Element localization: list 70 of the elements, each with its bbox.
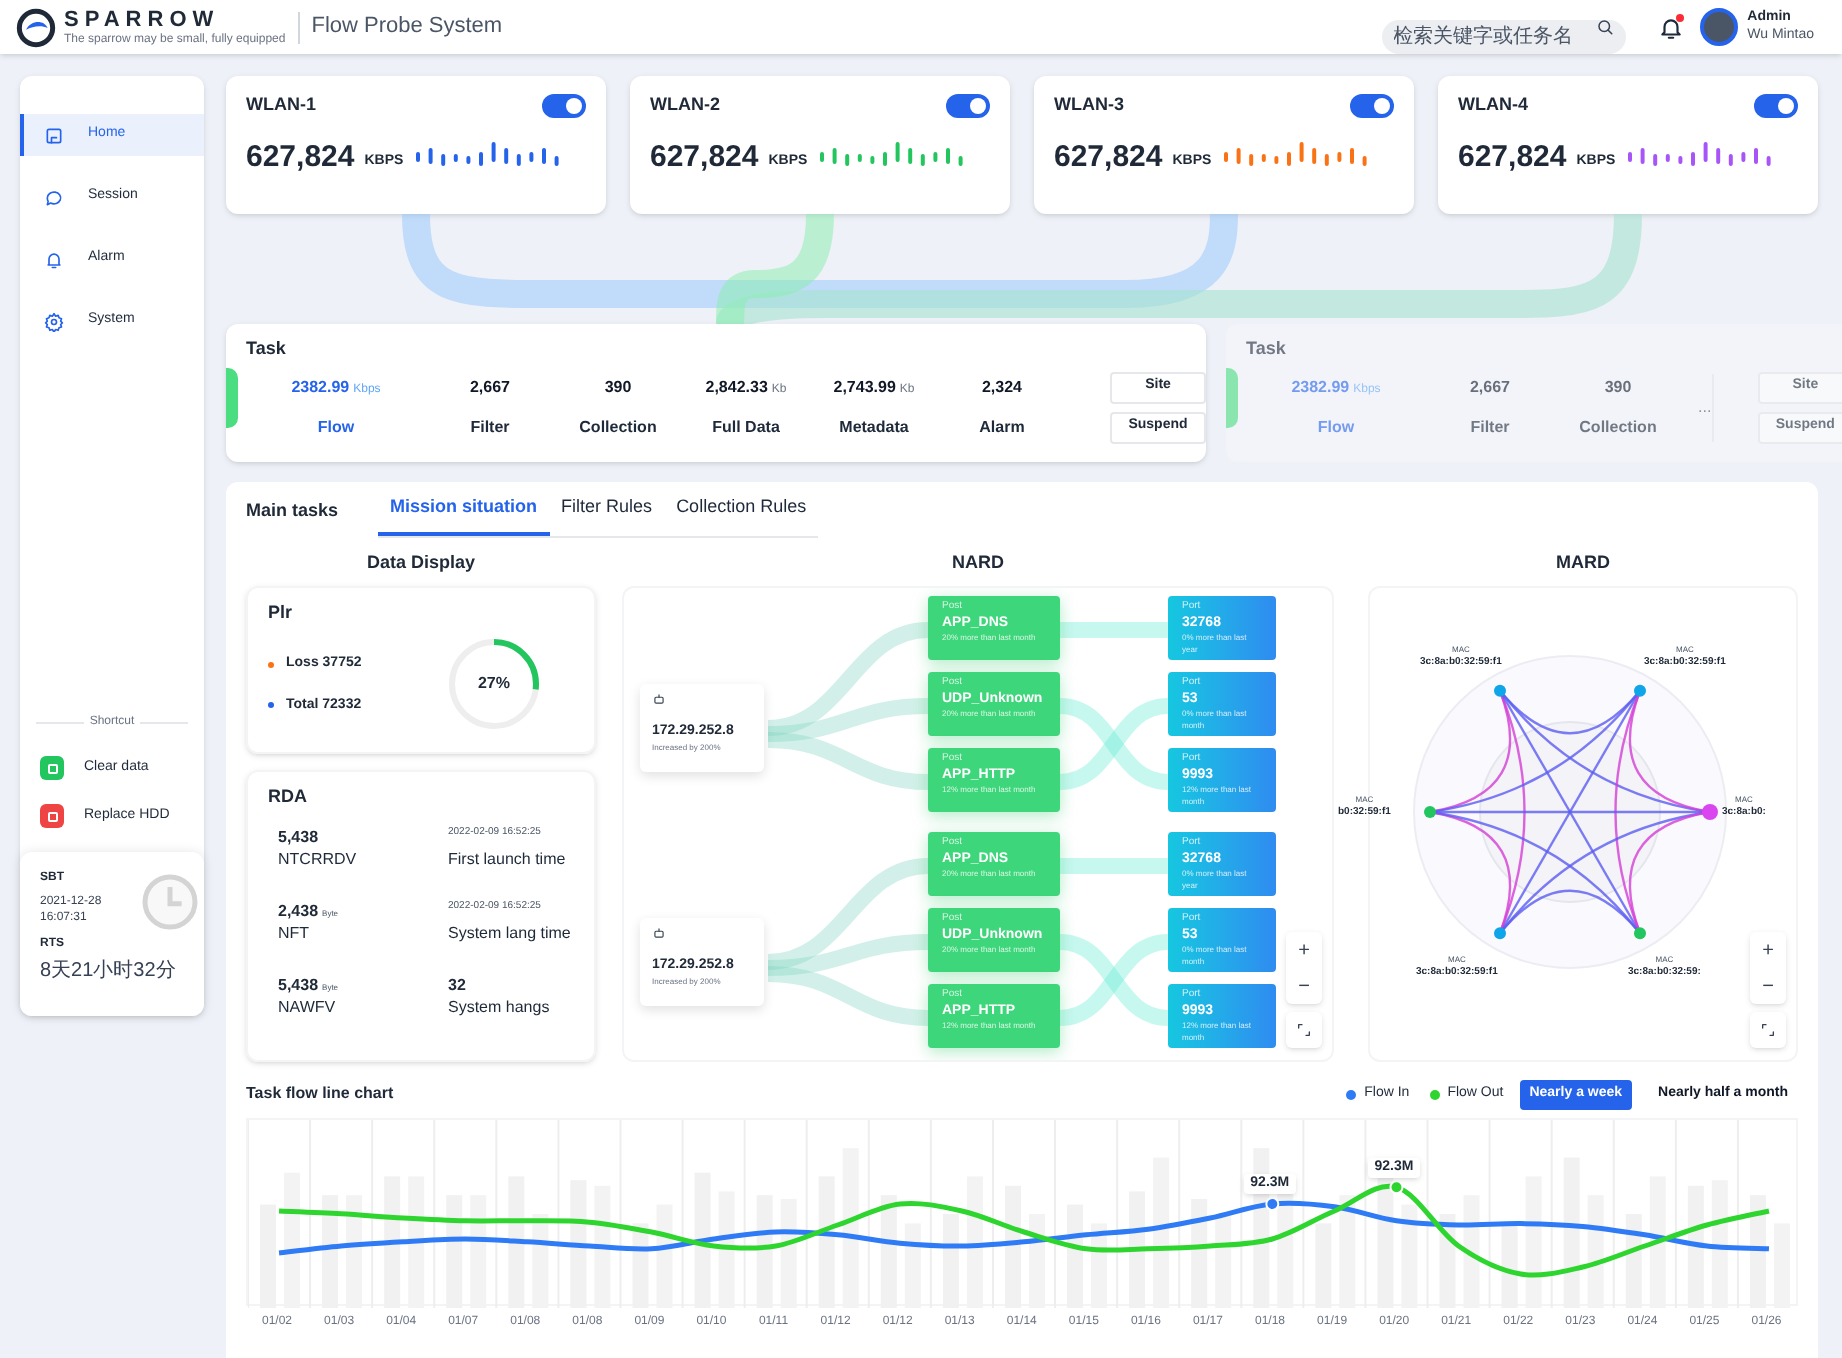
stat-label: Flow [317, 415, 355, 439]
stat-label: Metadata [839, 415, 909, 439]
toggle-switch[interactable] [946, 93, 990, 118]
card-title: RDA [268, 783, 309, 809]
home-icon [44, 125, 64, 145]
stat-label: Filter [1470, 415, 1510, 439]
stat-value: 2,324 [981, 375, 1023, 399]
wlan-value: 627,824 [650, 137, 759, 177]
logo-name: SPARROW [64, 9, 222, 31]
rda-label: NFT [278, 922, 312, 946]
zoom-button[interactable]: + [1286, 932, 1322, 968]
wlan-name: WLAN-3 [1054, 92, 1124, 118]
section-title: Main tasks [246, 497, 339, 523]
bell-icon [44, 249, 64, 269]
peak-marker [1265, 1197, 1280, 1211]
wlan-value: 627,824 [1458, 137, 1567, 177]
tab[interactable]: Mission situation [378, 493, 550, 536]
tab[interactable]: Collection Rules [664, 493, 819, 536]
zoom-button[interactable]: + [1750, 932, 1786, 968]
stat-label: Alarm [979, 415, 1025, 439]
stat-label: Collection [1579, 415, 1657, 439]
card-title: Plr [268, 599, 295, 625]
column-title: MARD [1554, 550, 1612, 576]
rda-label: NAWFV [278, 996, 338, 1020]
stat-value: 2,667 [469, 375, 511, 399]
progress-label: 27% [475, 671, 512, 695]
more-indicator: ... [1698, 395, 1712, 419]
rda-value: 5,438 [278, 826, 321, 846]
time-value: 8天21小时32分 [40, 960, 178, 984]
logo-icon [16, 7, 56, 47]
wlan-value: 627,824 [246, 137, 355, 177]
toggle-switch[interactable] [1350, 93, 1394, 118]
task-title: Task [1246, 336, 1288, 362]
robot-icon [652, 691, 666, 705]
zoom-button[interactable]: − [1750, 968, 1786, 1004]
rda-label: System lang time [448, 922, 573, 946]
wlan-value: 627,824 [1054, 137, 1163, 177]
stat-label: Collection [579, 415, 657, 439]
rda-label: NTCRRDV [278, 848, 359, 872]
rda-label: System hangs [448, 996, 552, 1020]
stat-value: 2,667 [1469, 375, 1511, 399]
expand-icon [1296, 1022, 1312, 1038]
task-title: Task [246, 336, 288, 362]
search-field[interactable]: 检索关键字或任务名 [1381, 20, 1626, 54]
rda-value: 32 [448, 974, 468, 994]
expand-icon [1760, 1022, 1776, 1038]
app-title: Flow Probe System [311, 12, 503, 43]
stat-value: 390 [604, 375, 632, 399]
zoom-button[interactable]: − [1286, 968, 1322, 1004]
stat-value: 390 [1604, 375, 1632, 399]
notification-button[interactable] [1657, 13, 1684, 41]
wlan-name: WLAN-4 [1458, 92, 1528, 118]
search-icon [1595, 18, 1614, 36]
bell-icon [1657, 13, 1684, 41]
chart-title: Task flow line chart [246, 1082, 394, 1106]
stat-label: Flow [1317, 415, 1355, 439]
avatar[interactable] [1699, 8, 1738, 46]
chat-bubble-icon [44, 187, 64, 207]
wlan-name: WLAN-1 [246, 92, 316, 118]
wlan-name: WLAN-2 [650, 92, 720, 118]
robot-icon [652, 925, 666, 939]
column-title: Data Display [364, 550, 478, 576]
column-title: NARD [950, 550, 1006, 576]
toggle-switch[interactable] [542, 93, 586, 118]
stat-label: Filter [470, 415, 510, 439]
stat-label: Full Data [712, 415, 780, 439]
rda-label: First launch time [448, 848, 568, 872]
tab[interactable]: Filter Rules [549, 493, 665, 536]
gear-icon [44, 311, 64, 331]
toggle-switch[interactable] [1754, 93, 1798, 118]
